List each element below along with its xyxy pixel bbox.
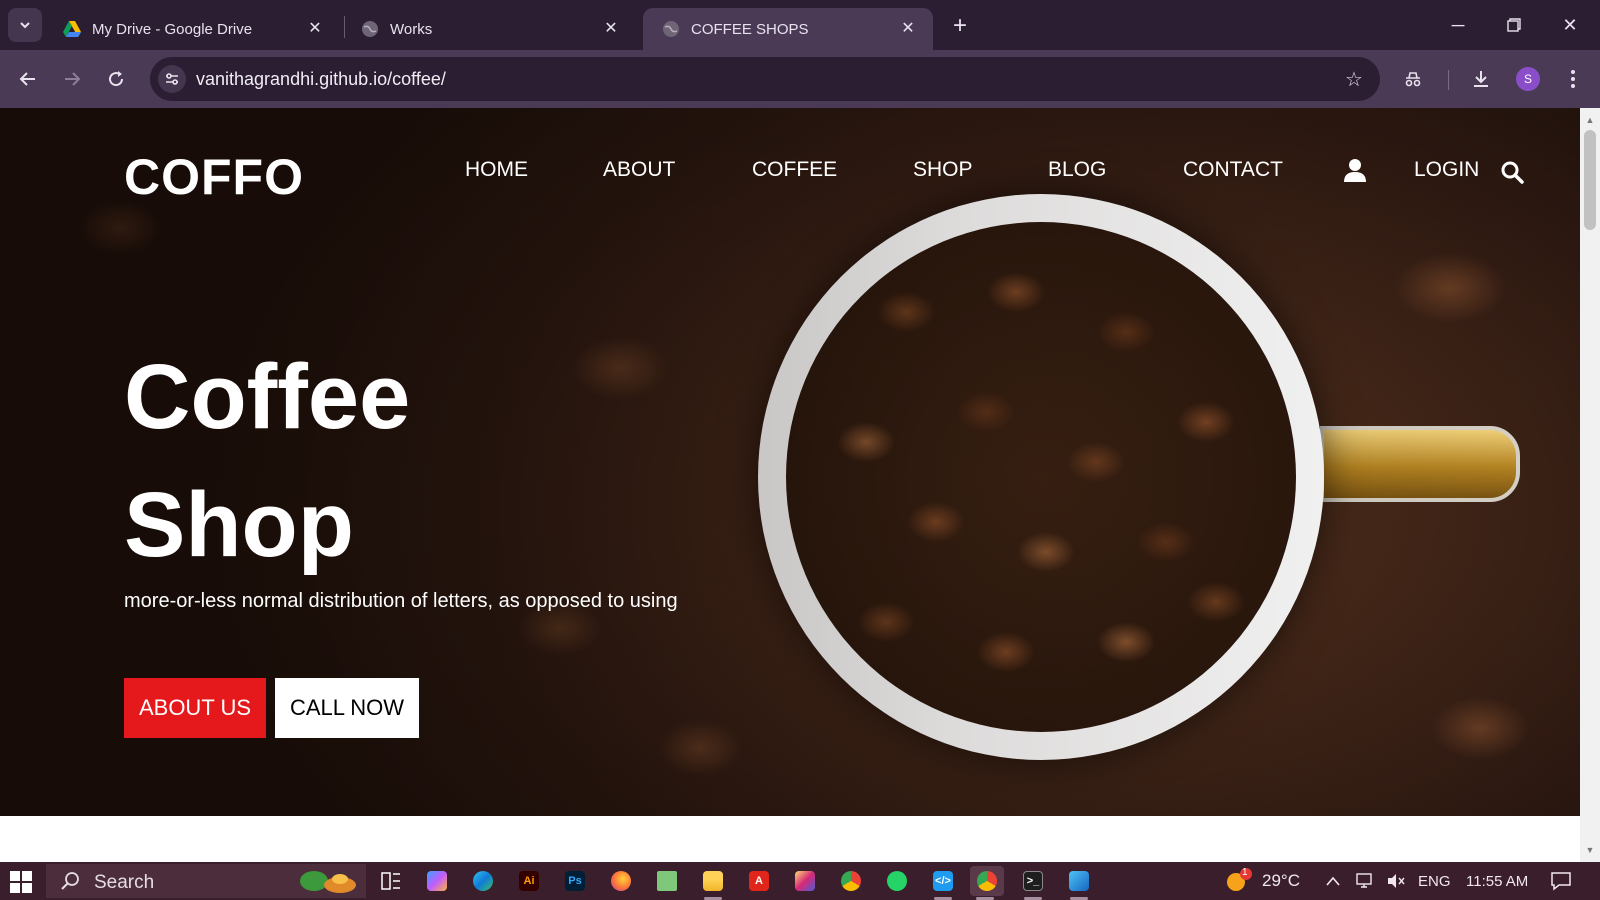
- weather-temperature[interactable]: 29°C: [1262, 871, 1300, 891]
- windows-taskbar: Search Ai Ps A </> >_ 1 29°C ENG 11:55 A…: [0, 862, 1600, 900]
- acrobat-icon[interactable]: A: [744, 866, 774, 896]
- taskbar-search-placeholder: Search: [94, 872, 155, 893]
- copilot-icon[interactable]: [422, 866, 452, 896]
- edge-icon[interactable]: [468, 866, 498, 896]
- url-text[interactable]: vanithagrandhi.github.io/coffee/: [196, 69, 446, 90]
- restore-button[interactable]: [1496, 10, 1532, 40]
- nav-about[interactable]: ABOUT: [603, 158, 675, 182]
- address-bar[interactable]: vanithagrandhi.github.io/coffee/ ☆: [150, 57, 1380, 101]
- vscode-icon[interactable]: </>: [928, 866, 958, 900]
- globe-icon: [663, 21, 679, 37]
- download-icon: [1474, 71, 1488, 87]
- network-icon[interactable]: [1356, 872, 1376, 890]
- chevron-down-icon: [20, 22, 30, 29]
- downloads-button[interactable]: [1466, 64, 1496, 94]
- scroll-up-arrow-icon[interactable]: ▲: [1580, 112, 1600, 128]
- hero-section: COFFO HOME ABOUT COFFEE SHOP BLOG CONTAC…: [0, 108, 1580, 816]
- profile-avatar[interactable]: S: [1516, 67, 1540, 91]
- tab-title: My Drive - Google Drive: [92, 20, 253, 38]
- nav-login[interactable]: LOGIN: [1414, 158, 1479, 182]
- terminal-icon[interactable]: >_: [1018, 866, 1048, 900]
- search-highlight-icon: [300, 871, 356, 893]
- reload-icon: [109, 71, 124, 87]
- call-now-button[interactable]: CALL NOW: [275, 678, 419, 738]
- taskbar-search-box[interactable]: Search: [46, 864, 366, 898]
- globe-icon: [362, 21, 378, 37]
- forward-button[interactable]: [56, 63, 88, 95]
- notifications-icon[interactable]: [1550, 871, 1572, 891]
- about-us-button[interactable]: ABOUT US: [124, 678, 266, 738]
- page-viewport: COFFO HOME ABOUT COFFEE SHOP BLOG CONTAC…: [0, 108, 1580, 862]
- site-logo[interactable]: COFFO: [124, 148, 304, 206]
- arrow-left-icon: [19, 72, 35, 86]
- tab-search-button[interactable]: [8, 8, 42, 42]
- nav-contact[interactable]: CONTACT: [1183, 158, 1283, 182]
- search-icon: [61, 872, 79, 890]
- tab-works[interactable]: Works ✕: [342, 8, 636, 50]
- tab-coffee-shops[interactable]: COFFEE SHOPS ✕: [643, 8, 933, 50]
- clock[interactable]: 11:55 AM: [1466, 873, 1528, 890]
- chrome-profile-icon[interactable]: [970, 866, 1004, 900]
- illustrator-icon[interactable]: Ai: [514, 866, 544, 896]
- minimize-button[interactable]: ─: [1440, 10, 1476, 40]
- tab-google-drive[interactable]: My Drive - Google Drive ✕: [44, 8, 340, 50]
- user-icon[interactable]: [1344, 158, 1366, 182]
- nav-shop[interactable]: SHOP: [913, 158, 973, 182]
- hero-title-line2: Shop: [124, 474, 354, 576]
- arrow-right-icon: [65, 72, 81, 86]
- chrome-icon[interactable]: [836, 866, 866, 896]
- photoshop-icon[interactable]: Ps: [560, 866, 590, 896]
- chevron-up-icon[interactable]: [1325, 875, 1341, 887]
- site-info-button[interactable]: [158, 65, 186, 93]
- photos-icon[interactable]: [1064, 866, 1094, 900]
- restore-icon: [1507, 18, 1521, 32]
- menu-button[interactable]: [1558, 64, 1588, 94]
- back-button[interactable]: [12, 63, 44, 95]
- page-scrollbar[interactable]: ▲ ▼: [1580, 108, 1600, 862]
- incognito-extension-button[interactable]: [1398, 64, 1428, 94]
- browser-toolbar: vanithagrandhi.github.io/coffee/ ☆ S: [0, 50, 1600, 108]
- notepad-icon[interactable]: [652, 866, 682, 896]
- hero-title-line1: Coffee: [124, 346, 411, 448]
- firefox-icon[interactable]: [606, 866, 636, 896]
- nav-blog[interactable]: BLOG: [1048, 158, 1106, 182]
- hero-title: Coffee Shop: [124, 333, 410, 589]
- task-view-icon[interactable]: [376, 866, 406, 896]
- bookmark-star-icon[interactable]: ☆: [1342, 67, 1366, 91]
- tab-title: Works: [390, 20, 433, 38]
- more-vertical-icon: [1571, 70, 1575, 88]
- windows-start-icon[interactable]: [10, 871, 32, 893]
- close-icon[interactable]: ✕: [304, 17, 326, 39]
- toolbar-divider: [1448, 70, 1449, 90]
- close-window-button[interactable]: ✕: [1552, 10, 1588, 40]
- scroll-down-arrow-icon[interactable]: ▼: [1580, 842, 1600, 858]
- hero-subtitle: more-or-less normal distribution of lett…: [124, 590, 678, 612]
- nav-coffee[interactable]: COFFEE: [752, 158, 837, 182]
- tune-icon: [166, 73, 178, 85]
- close-icon[interactable]: ✕: [600, 17, 622, 39]
- close-icon[interactable]: ✕: [897, 17, 919, 39]
- weather-badge: 1: [1242, 867, 1248, 878]
- browser-tab-bar: My Drive - Google Drive ✕ Works ✕ COFFEE…: [0, 0, 1600, 50]
- file-explorer-icon[interactable]: [698, 866, 728, 900]
- tab-title: COFFEE SHOPS: [691, 20, 809, 38]
- reload-button[interactable]: [100, 63, 132, 95]
- google-drive-icon: [63, 21, 81, 37]
- language-indicator[interactable]: ENG: [1418, 873, 1451, 890]
- weather-widget[interactable]: 1: [1224, 867, 1252, 894]
- search-icon[interactable]: [1500, 160, 1524, 184]
- site-header: COFFO HOME ABOUT COFFEE SHOP BLOG CONTAC…: [0, 108, 1580, 238]
- new-tab-button[interactable]: +: [946, 12, 974, 40]
- nav-home[interactable]: HOME: [465, 158, 528, 182]
- scrollbar-thumb[interactable]: [1584, 130, 1596, 230]
- volume-muted-icon[interactable]: [1386, 872, 1406, 890]
- whatsapp-icon[interactable]: [882, 866, 912, 896]
- extension-icon: [1405, 72, 1421, 87]
- instagram-icon[interactable]: [790, 866, 820, 896]
